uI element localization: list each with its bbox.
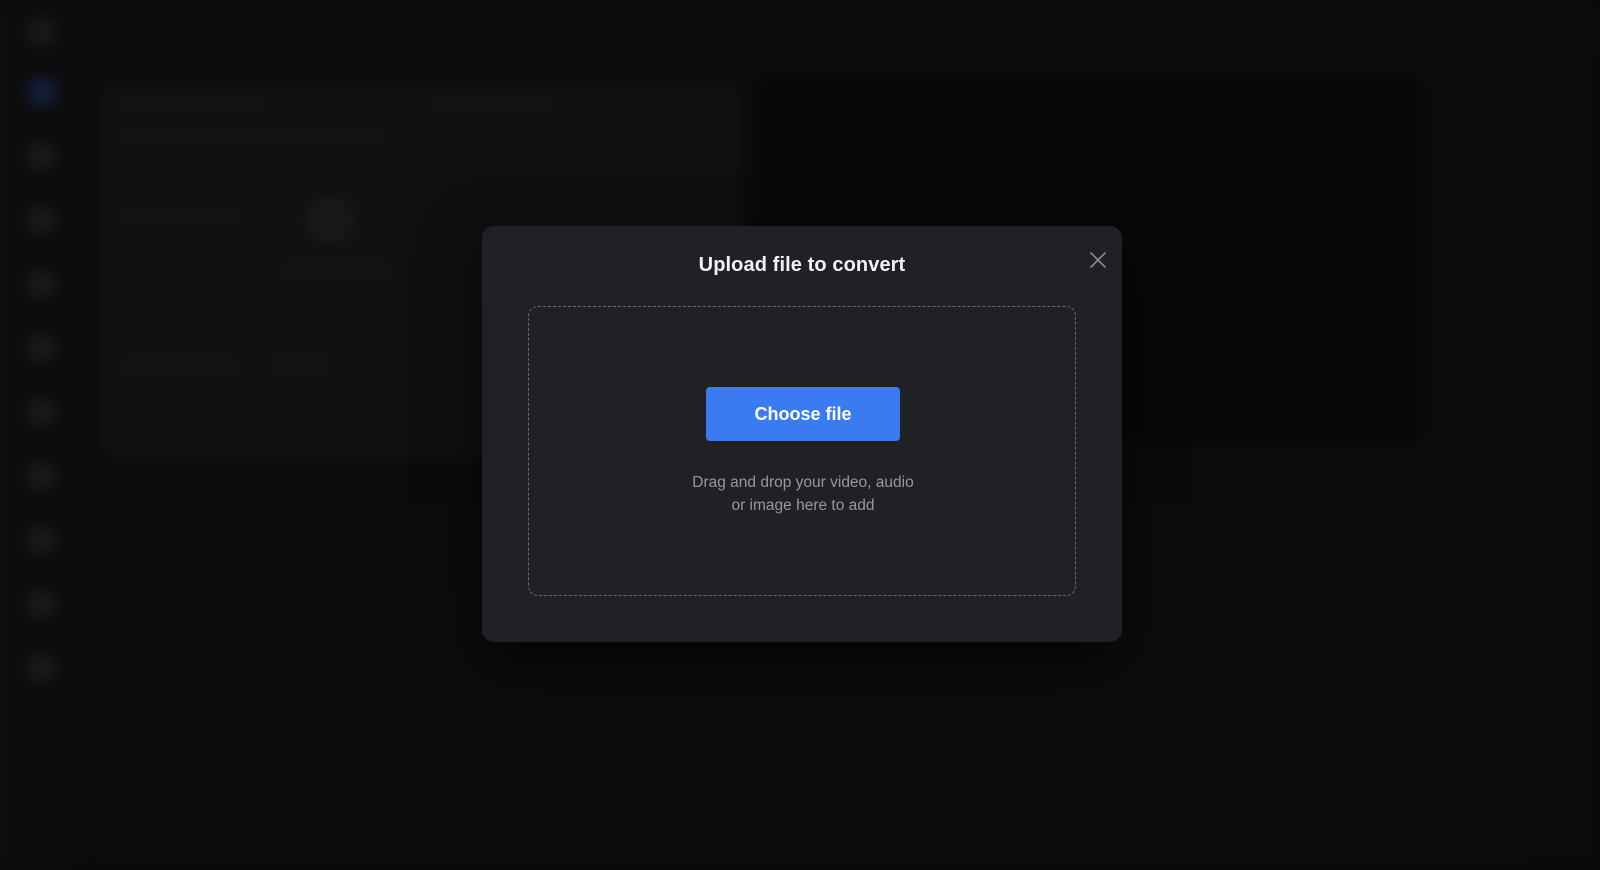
close-button[interactable] [1082, 244, 1114, 276]
upload-modal: Upload file to convert Choose file Drag … [482, 226, 1122, 642]
dropzone-hint-line2: or image here to add [731, 497, 875, 514]
dropzone-hint-line1: Drag and drop your video, audio [692, 474, 914, 491]
choose-file-button[interactable]: Choose file [706, 387, 900, 441]
modal-title: Upload file to convert [698, 254, 906, 276]
close-icon [1090, 252, 1106, 268]
file-dropzone[interactable]: Choose file Drag and drop your video, au… [528, 306, 1076, 596]
dropzone-hint: Drag and drop your video, audio or image… [529, 471, 1077, 517]
